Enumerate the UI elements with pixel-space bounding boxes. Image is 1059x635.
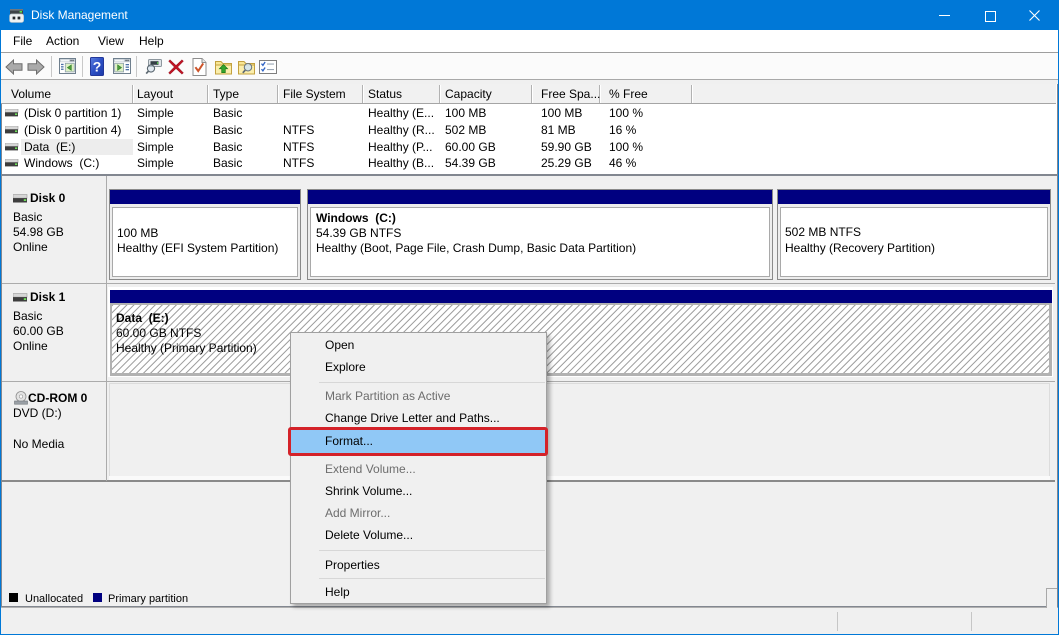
svg-text:?: ? xyxy=(93,59,102,75)
